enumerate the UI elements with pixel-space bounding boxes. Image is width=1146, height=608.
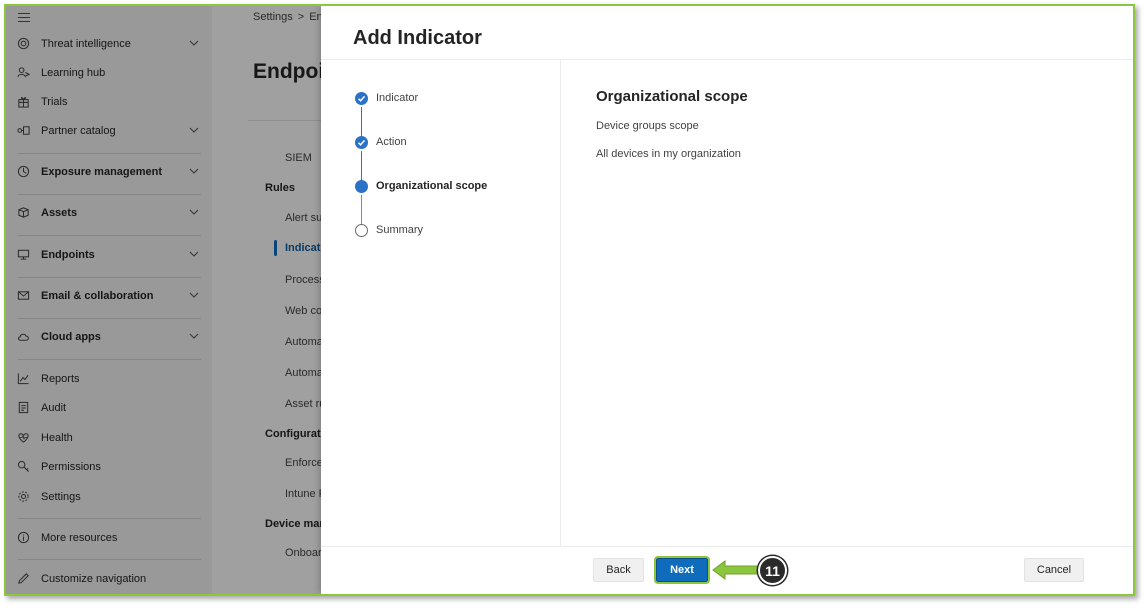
scope-value: All devices in my organization [596, 148, 741, 160]
empty-circle-icon [355, 224, 368, 237]
divider [560, 60, 561, 546]
section-title: Organizational scope [596, 88, 748, 105]
step-connector [361, 107, 362, 137]
app-window: Threat intelligence Learning hub Trials … [4, 4, 1135, 596]
checkmark-icon [355, 92, 368, 105]
current-step-icon [355, 180, 368, 193]
step-number-badge: 11 [758, 556, 787, 585]
next-button[interactable]: Next [654, 556, 710, 584]
divider [321, 546, 1133, 547]
step-label: Indicator [376, 92, 419, 104]
cancel-button[interactable]: Cancel [1024, 558, 1084, 582]
checkmark-icon [355, 136, 368, 149]
step-label: Summary [376, 224, 424, 236]
step-label: Action [376, 136, 407, 148]
panel-title: Add Indicator [353, 27, 482, 49]
back-button[interactable]: Back [593, 558, 644, 582]
device-groups-scope-label: Device groups scope [596, 120, 699, 132]
divider [321, 59, 1133, 60]
step-label: Organizational scope [376, 180, 488, 192]
add-indicator-panel: Add Indicator Indicator Action Organizat… [321, 6, 1133, 594]
step-connector [361, 195, 362, 225]
step-connector [361, 151, 362, 181]
